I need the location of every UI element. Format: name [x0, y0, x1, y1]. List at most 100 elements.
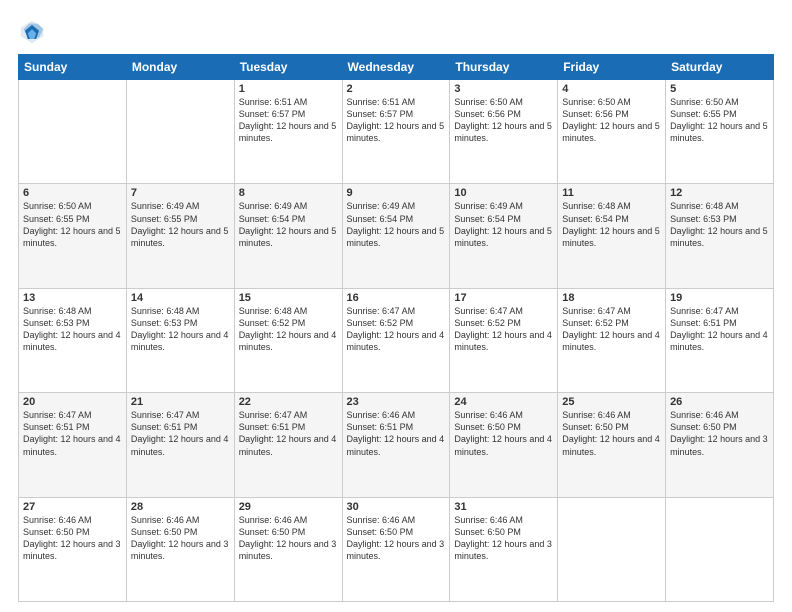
calendar-cell: 12Sunrise: 6:48 AM Sunset: 6:53 PM Dayli… — [666, 184, 774, 288]
calendar-cell: 20Sunrise: 6:47 AM Sunset: 6:51 PM Dayli… — [19, 393, 127, 497]
calendar-cell — [19, 80, 127, 184]
day-number: 11 — [562, 187, 661, 199]
calendar-table: SundayMondayTuesdayWednesdayThursdayFrid… — [18, 54, 774, 602]
calendar-cell: 17Sunrise: 6:47 AM Sunset: 6:52 PM Dayli… — [450, 288, 558, 392]
calendar-weekday-wednesday: Wednesday — [342, 55, 450, 80]
calendar-cell: 2Sunrise: 6:51 AM Sunset: 6:57 PM Daylig… — [342, 80, 450, 184]
day-info: Sunrise: 6:47 AM Sunset: 6:52 PM Dayligh… — [562, 305, 661, 354]
day-number: 18 — [562, 292, 661, 304]
day-info: Sunrise: 6:47 AM Sunset: 6:51 PM Dayligh… — [131, 409, 230, 458]
calendar-cell: 28Sunrise: 6:46 AM Sunset: 6:50 PM Dayli… — [126, 497, 234, 601]
logo — [18, 18, 50, 46]
calendar-cell — [126, 80, 234, 184]
calendar-cell: 25Sunrise: 6:46 AM Sunset: 6:50 PM Dayli… — [558, 393, 666, 497]
calendar-weekday-tuesday: Tuesday — [234, 55, 342, 80]
calendar-cell: 3Sunrise: 6:50 AM Sunset: 6:56 PM Daylig… — [450, 80, 558, 184]
day-number: 14 — [131, 292, 230, 304]
header — [18, 18, 774, 46]
calendar-cell: 10Sunrise: 6:49 AM Sunset: 6:54 PM Dayli… — [450, 184, 558, 288]
day-info: Sunrise: 6:50 AM Sunset: 6:56 PM Dayligh… — [454, 96, 553, 145]
day-number: 31 — [454, 501, 553, 513]
calendar-weekday-sunday: Sunday — [19, 55, 127, 80]
day-number: 6 — [23, 187, 122, 199]
day-number: 19 — [670, 292, 769, 304]
day-number: 20 — [23, 396, 122, 408]
day-number: 10 — [454, 187, 553, 199]
day-info: Sunrise: 6:50 AM Sunset: 6:55 PM Dayligh… — [23, 200, 122, 249]
day-number: 29 — [239, 501, 338, 513]
day-number: 21 — [131, 396, 230, 408]
calendar-cell: 6Sunrise: 6:50 AM Sunset: 6:55 PM Daylig… — [19, 184, 127, 288]
day-info: Sunrise: 6:46 AM Sunset: 6:50 PM Dayligh… — [670, 409, 769, 458]
calendar-cell: 27Sunrise: 6:46 AM Sunset: 6:50 PM Dayli… — [19, 497, 127, 601]
calendar-cell: 7Sunrise: 6:49 AM Sunset: 6:55 PM Daylig… — [126, 184, 234, 288]
calendar-cell: 22Sunrise: 6:47 AM Sunset: 6:51 PM Dayli… — [234, 393, 342, 497]
day-number: 5 — [670, 83, 769, 95]
day-info: Sunrise: 6:50 AM Sunset: 6:56 PM Dayligh… — [562, 96, 661, 145]
day-info: Sunrise: 6:46 AM Sunset: 6:51 PM Dayligh… — [347, 409, 446, 458]
day-info: Sunrise: 6:49 AM Sunset: 6:54 PM Dayligh… — [239, 200, 338, 249]
calendar-cell: 9Sunrise: 6:49 AM Sunset: 6:54 PM Daylig… — [342, 184, 450, 288]
day-info: Sunrise: 6:48 AM Sunset: 6:52 PM Dayligh… — [239, 305, 338, 354]
day-info: Sunrise: 6:49 AM Sunset: 6:55 PM Dayligh… — [131, 200, 230, 249]
day-number: 26 — [670, 396, 769, 408]
day-info: Sunrise: 6:46 AM Sunset: 6:50 PM Dayligh… — [562, 409, 661, 458]
calendar-weekday-monday: Monday — [126, 55, 234, 80]
day-info: Sunrise: 6:47 AM Sunset: 6:52 PM Dayligh… — [347, 305, 446, 354]
day-info: Sunrise: 6:47 AM Sunset: 6:51 PM Dayligh… — [23, 409, 122, 458]
calendar-week-row: 6Sunrise: 6:50 AM Sunset: 6:55 PM Daylig… — [19, 184, 774, 288]
day-info: Sunrise: 6:51 AM Sunset: 6:57 PM Dayligh… — [347, 96, 446, 145]
calendar-cell: 15Sunrise: 6:48 AM Sunset: 6:52 PM Dayli… — [234, 288, 342, 392]
calendar-cell: 1Sunrise: 6:51 AM Sunset: 6:57 PM Daylig… — [234, 80, 342, 184]
calendar-cell: 14Sunrise: 6:48 AM Sunset: 6:53 PM Dayli… — [126, 288, 234, 392]
calendar-header-row: SundayMondayTuesdayWednesdayThursdayFrid… — [19, 55, 774, 80]
calendar-cell: 16Sunrise: 6:47 AM Sunset: 6:52 PM Dayli… — [342, 288, 450, 392]
day-number: 8 — [239, 187, 338, 199]
day-info: Sunrise: 6:49 AM Sunset: 6:54 PM Dayligh… — [347, 200, 446, 249]
day-info: Sunrise: 6:46 AM Sunset: 6:50 PM Dayligh… — [454, 409, 553, 458]
calendar-cell: 29Sunrise: 6:46 AM Sunset: 6:50 PM Dayli… — [234, 497, 342, 601]
calendar-cell: 13Sunrise: 6:48 AM Sunset: 6:53 PM Dayli… — [19, 288, 127, 392]
day-number: 13 — [23, 292, 122, 304]
day-info: Sunrise: 6:49 AM Sunset: 6:54 PM Dayligh… — [454, 200, 553, 249]
calendar-week-row: 20Sunrise: 6:47 AM Sunset: 6:51 PM Dayli… — [19, 393, 774, 497]
day-info: Sunrise: 6:51 AM Sunset: 6:57 PM Dayligh… — [239, 96, 338, 145]
calendar-cell: 11Sunrise: 6:48 AM Sunset: 6:54 PM Dayli… — [558, 184, 666, 288]
day-info: Sunrise: 6:47 AM Sunset: 6:52 PM Dayligh… — [454, 305, 553, 354]
calendar-cell: 4Sunrise: 6:50 AM Sunset: 6:56 PM Daylig… — [558, 80, 666, 184]
day-number: 27 — [23, 501, 122, 513]
day-number: 1 — [239, 83, 338, 95]
day-number: 2 — [347, 83, 446, 95]
day-info: Sunrise: 6:46 AM Sunset: 6:50 PM Dayligh… — [239, 514, 338, 563]
calendar-weekday-friday: Friday — [558, 55, 666, 80]
day-info: Sunrise: 6:48 AM Sunset: 6:53 PM Dayligh… — [23, 305, 122, 354]
day-number: 3 — [454, 83, 553, 95]
calendar-cell: 5Sunrise: 6:50 AM Sunset: 6:55 PM Daylig… — [666, 80, 774, 184]
day-number: 25 — [562, 396, 661, 408]
calendar-weekday-thursday: Thursday — [450, 55, 558, 80]
day-number: 28 — [131, 501, 230, 513]
calendar-week-row: 13Sunrise: 6:48 AM Sunset: 6:53 PM Dayli… — [19, 288, 774, 392]
day-number: 24 — [454, 396, 553, 408]
page: SundayMondayTuesdayWednesdayThursdayFrid… — [0, 0, 792, 612]
calendar-cell: 8Sunrise: 6:49 AM Sunset: 6:54 PM Daylig… — [234, 184, 342, 288]
day-number: 16 — [347, 292, 446, 304]
calendar-cell: 23Sunrise: 6:46 AM Sunset: 6:51 PM Dayli… — [342, 393, 450, 497]
calendar-week-row: 1Sunrise: 6:51 AM Sunset: 6:57 PM Daylig… — [19, 80, 774, 184]
calendar-cell — [666, 497, 774, 601]
day-number: 23 — [347, 396, 446, 408]
day-info: Sunrise: 6:48 AM Sunset: 6:53 PM Dayligh… — [131, 305, 230, 354]
day-number: 15 — [239, 292, 338, 304]
calendar-cell — [558, 497, 666, 601]
calendar-cell: 21Sunrise: 6:47 AM Sunset: 6:51 PM Dayli… — [126, 393, 234, 497]
day-number: 22 — [239, 396, 338, 408]
calendar-cell: 31Sunrise: 6:46 AM Sunset: 6:50 PM Dayli… — [450, 497, 558, 601]
calendar-cell: 30Sunrise: 6:46 AM Sunset: 6:50 PM Dayli… — [342, 497, 450, 601]
day-info: Sunrise: 6:48 AM Sunset: 6:54 PM Dayligh… — [562, 200, 661, 249]
day-info: Sunrise: 6:47 AM Sunset: 6:51 PM Dayligh… — [670, 305, 769, 354]
day-info: Sunrise: 6:48 AM Sunset: 6:53 PM Dayligh… — [670, 200, 769, 249]
day-info: Sunrise: 6:50 AM Sunset: 6:55 PM Dayligh… — [670, 96, 769, 145]
day-info: Sunrise: 6:47 AM Sunset: 6:51 PM Dayligh… — [239, 409, 338, 458]
calendar-weekday-saturday: Saturday — [666, 55, 774, 80]
logo-icon — [18, 18, 46, 46]
